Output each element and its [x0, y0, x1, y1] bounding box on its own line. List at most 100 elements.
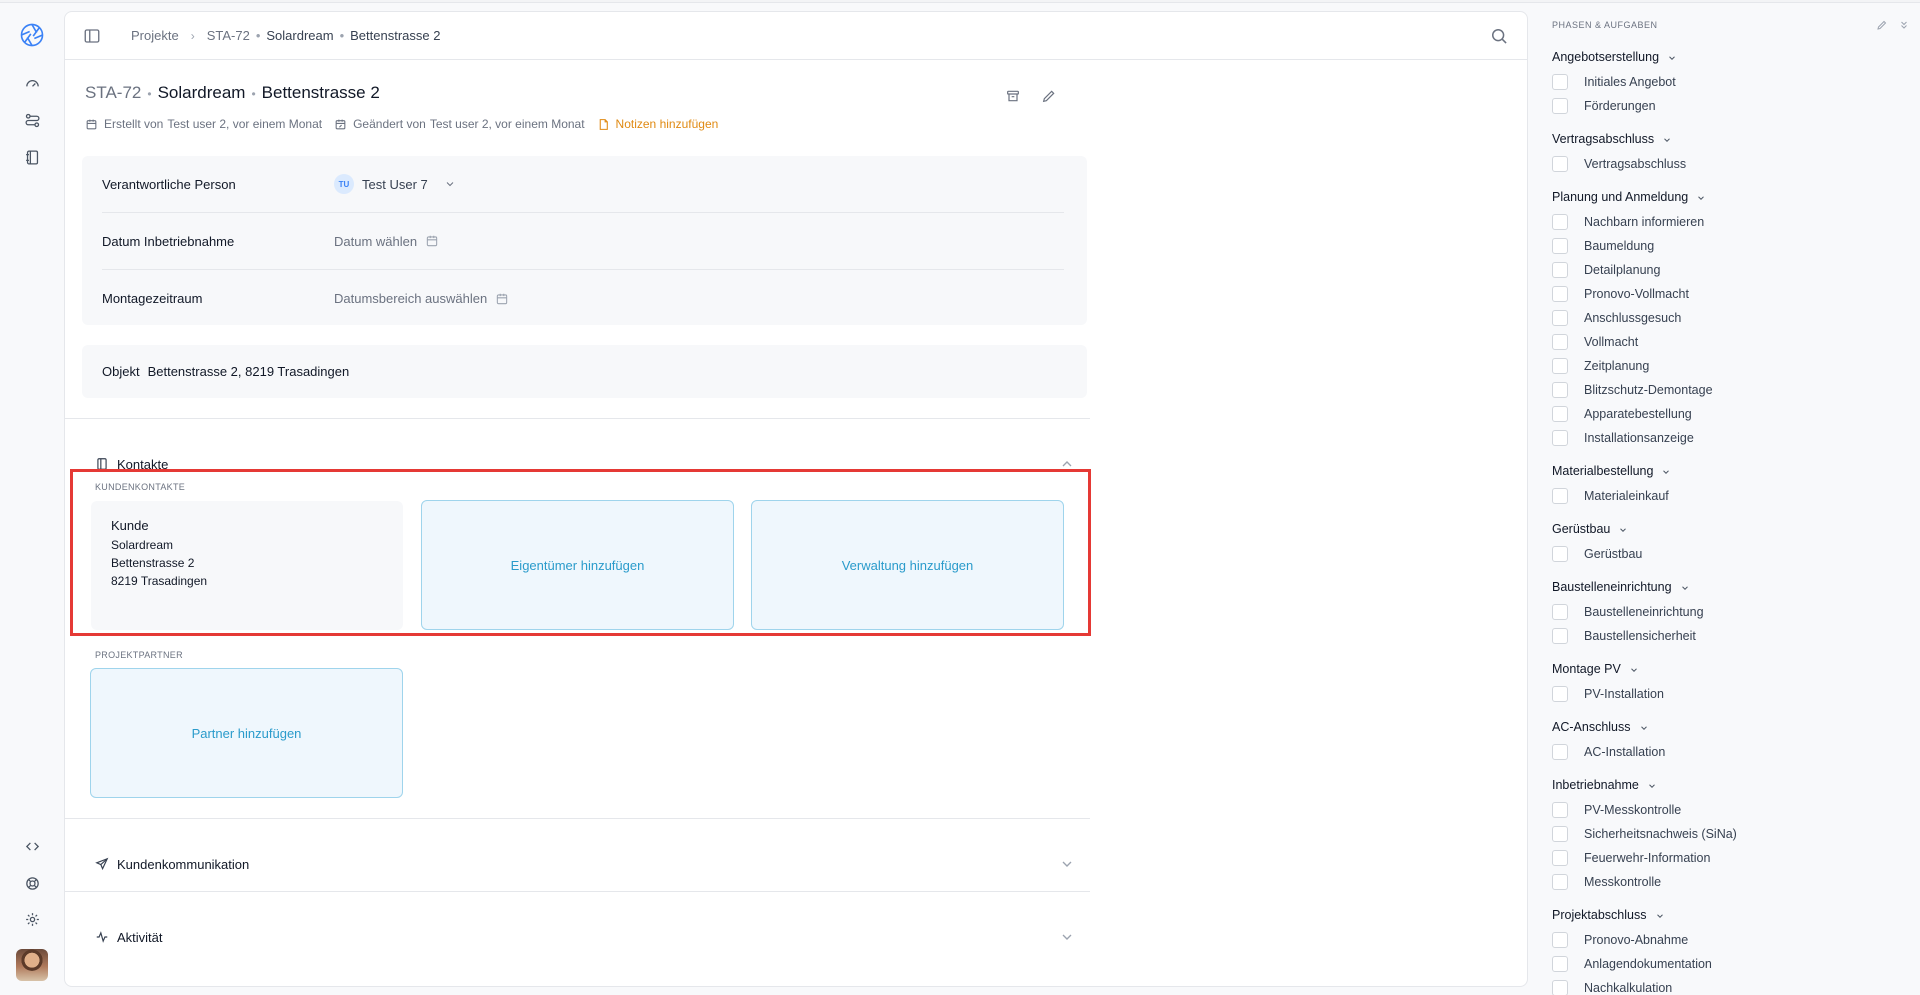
workflow-icon[interactable] [18, 106, 46, 134]
search-icon[interactable] [1489, 26, 1509, 46]
task-checkbox[interactable] [1552, 156, 1568, 172]
edit-pencil-icon[interactable] [1876, 19, 1888, 31]
task-checkbox[interactable] [1552, 74, 1568, 90]
task-item: Blitzschutz-Demontage [1552, 382, 1713, 398]
contacts-section-header[interactable]: Kontakte [95, 453, 1075, 475]
add-partner-button[interactable]: Partner hinzufügen [90, 668, 403, 798]
task-checkbox[interactable] [1552, 744, 1568, 760]
task-item: Nachkalkulation [1552, 980, 1672, 995]
phase-header[interactable]: Vertragsabschluss [1552, 132, 1672, 146]
task-label: Detailplanung [1584, 263, 1661, 277]
task-checkbox[interactable] [1552, 214, 1568, 230]
contacts-book-icon [95, 457, 109, 471]
settings-gear-icon[interactable] [18, 905, 46, 933]
activity-title: Aktivität [117, 929, 163, 945]
responsible-person-select[interactable]: TU Test User 7 [334, 174, 456, 194]
customer-card-line: Solardream [111, 538, 174, 552]
contacts-title: Kontakte [117, 456, 169, 472]
add-owner-button[interactable]: Eigentümer hinzufügen [421, 500, 734, 630]
phase-header[interactable]: Projektabschluss [1552, 908, 1665, 922]
chevron-down-icon[interactable] [1059, 856, 1075, 872]
task-label: Förderungen [1584, 99, 1656, 113]
task-label: Anschlussgesuch [1584, 311, 1682, 325]
chevron-down-icon [1629, 664, 1639, 674]
task-label: Gerüstbau [1584, 547, 1643, 561]
calendar-icon [425, 234, 439, 248]
chevron-down-icon [1647, 780, 1657, 790]
dashboard-gauge-icon[interactable] [18, 69, 46, 97]
chevron-down-icon [1696, 192, 1706, 202]
assembly-period-placeholder: Datumsbereich auswählen [334, 291, 488, 306]
phase-header[interactable]: Planung und Anmeldung [1552, 190, 1706, 204]
chevron-down-icon [1661, 466, 1671, 476]
dot-separator: • [255, 28, 261, 43]
task-checkbox[interactable] [1552, 98, 1568, 114]
phase-header[interactable]: AC-Anschluss [1552, 720, 1649, 734]
task-checkbox[interactable] [1552, 956, 1568, 972]
chevron-down-icon[interactable] [1059, 929, 1075, 945]
activity-section-header[interactable]: Aktivität [95, 926, 1075, 948]
task-checkbox[interactable] [1552, 980, 1568, 995]
task-checkbox[interactable] [1552, 430, 1568, 446]
task-checkbox[interactable] [1552, 628, 1568, 644]
phase-header[interactable]: Montage PV [1552, 662, 1639, 676]
task-item: Nachbarn informieren [1552, 214, 1704, 230]
archive-icon[interactable] [1005, 88, 1021, 104]
commissioning-date-picker[interactable]: Datum wählen [334, 234, 439, 249]
breadcrumb-projects-link[interactable]: Projekte [131, 28, 179, 43]
help-lifebuoy-icon[interactable] [18, 869, 46, 897]
task-checkbox[interactable] [1552, 262, 1568, 278]
meta-row: Erstellt von Test user 2, vor einem Mona… [85, 117, 718, 131]
customer-contacts-label: KUNDENKONTAKTE [95, 482, 186, 492]
chevron-down-icon [444, 178, 456, 190]
add-management-button[interactable]: Verwaltung hinzufügen [751, 500, 1064, 630]
task-checkbox[interactable] [1552, 238, 1568, 254]
assembly-period-picker[interactable]: Datumsbereich auswählen [334, 291, 509, 306]
note-icon [597, 118, 610, 131]
phase-header[interactable]: Baustelleneinrichtung [1552, 580, 1690, 594]
sidebar-toggle-icon[interactable] [83, 27, 101, 45]
task-checkbox[interactable] [1552, 802, 1568, 818]
task-checkbox[interactable] [1552, 874, 1568, 890]
task-checkbox[interactable] [1552, 488, 1568, 504]
created-value: Test user 2, vor einem Monat [167, 117, 323, 131]
edit-pencil-icon[interactable] [1041, 88, 1057, 104]
customer-contact-card[interactable]: Kunde Solardream Bettenstrasse 2 8219 Tr… [91, 501, 403, 630]
object-label: Objekt [102, 364, 140, 379]
task-checkbox[interactable] [1552, 382, 1568, 398]
task-checkbox[interactable] [1552, 604, 1568, 620]
phase-header[interactable]: Materialbestellung [1552, 464, 1671, 478]
phase-name: Inbetriebnahme [1552, 778, 1639, 792]
add-notes-label: Notizen hinzufügen [615, 117, 719, 131]
dot-separator: • [339, 28, 345, 43]
phase-header[interactable]: Gerüstbau [1552, 522, 1628, 536]
phase-header[interactable]: Inbetriebnahme [1552, 778, 1657, 792]
task-checkbox[interactable] [1552, 686, 1568, 702]
created-info: Erstellt von Test user 2, vor einem Mona… [85, 117, 322, 131]
task-checkbox[interactable] [1552, 334, 1568, 350]
task-checkbox[interactable] [1552, 826, 1568, 842]
code-icon[interactable] [18, 832, 46, 860]
phase-name: Montage PV [1552, 662, 1621, 676]
task-checkbox[interactable] [1552, 850, 1568, 866]
add-owner-label: Eigentümer hinzufügen [510, 557, 645, 573]
task-checkbox[interactable] [1552, 546, 1568, 562]
task-checkbox[interactable] [1552, 358, 1568, 374]
contacts-book-icon[interactable] [18, 143, 46, 171]
add-notes-button[interactable]: Notizen hinzufügen [597, 117, 719, 131]
collapse-all-icon[interactable] [1898, 19, 1910, 31]
app-logo-icon[interactable] [18, 21, 46, 49]
task-label: AC-Installation [1584, 745, 1666, 759]
task-label: Initiales Angebot [1584, 75, 1676, 89]
task-checkbox[interactable] [1552, 286, 1568, 302]
communication-section-header[interactable]: Kundenkommunikation [95, 853, 1075, 875]
phase-header[interactable]: Angebotserstellung [1552, 50, 1677, 64]
title-address: Bettenstrasse 2 [261, 83, 380, 102]
chevron-up-icon[interactable] [1059, 456, 1075, 472]
task-label: Installationsanzeige [1584, 431, 1694, 445]
user-avatar[interactable] [16, 949, 48, 981]
task-checkbox[interactable] [1552, 310, 1568, 326]
task-checkbox[interactable] [1552, 406, 1568, 422]
task-label: Pronovo-Abnahme [1584, 933, 1689, 947]
task-checkbox[interactable] [1552, 932, 1568, 948]
